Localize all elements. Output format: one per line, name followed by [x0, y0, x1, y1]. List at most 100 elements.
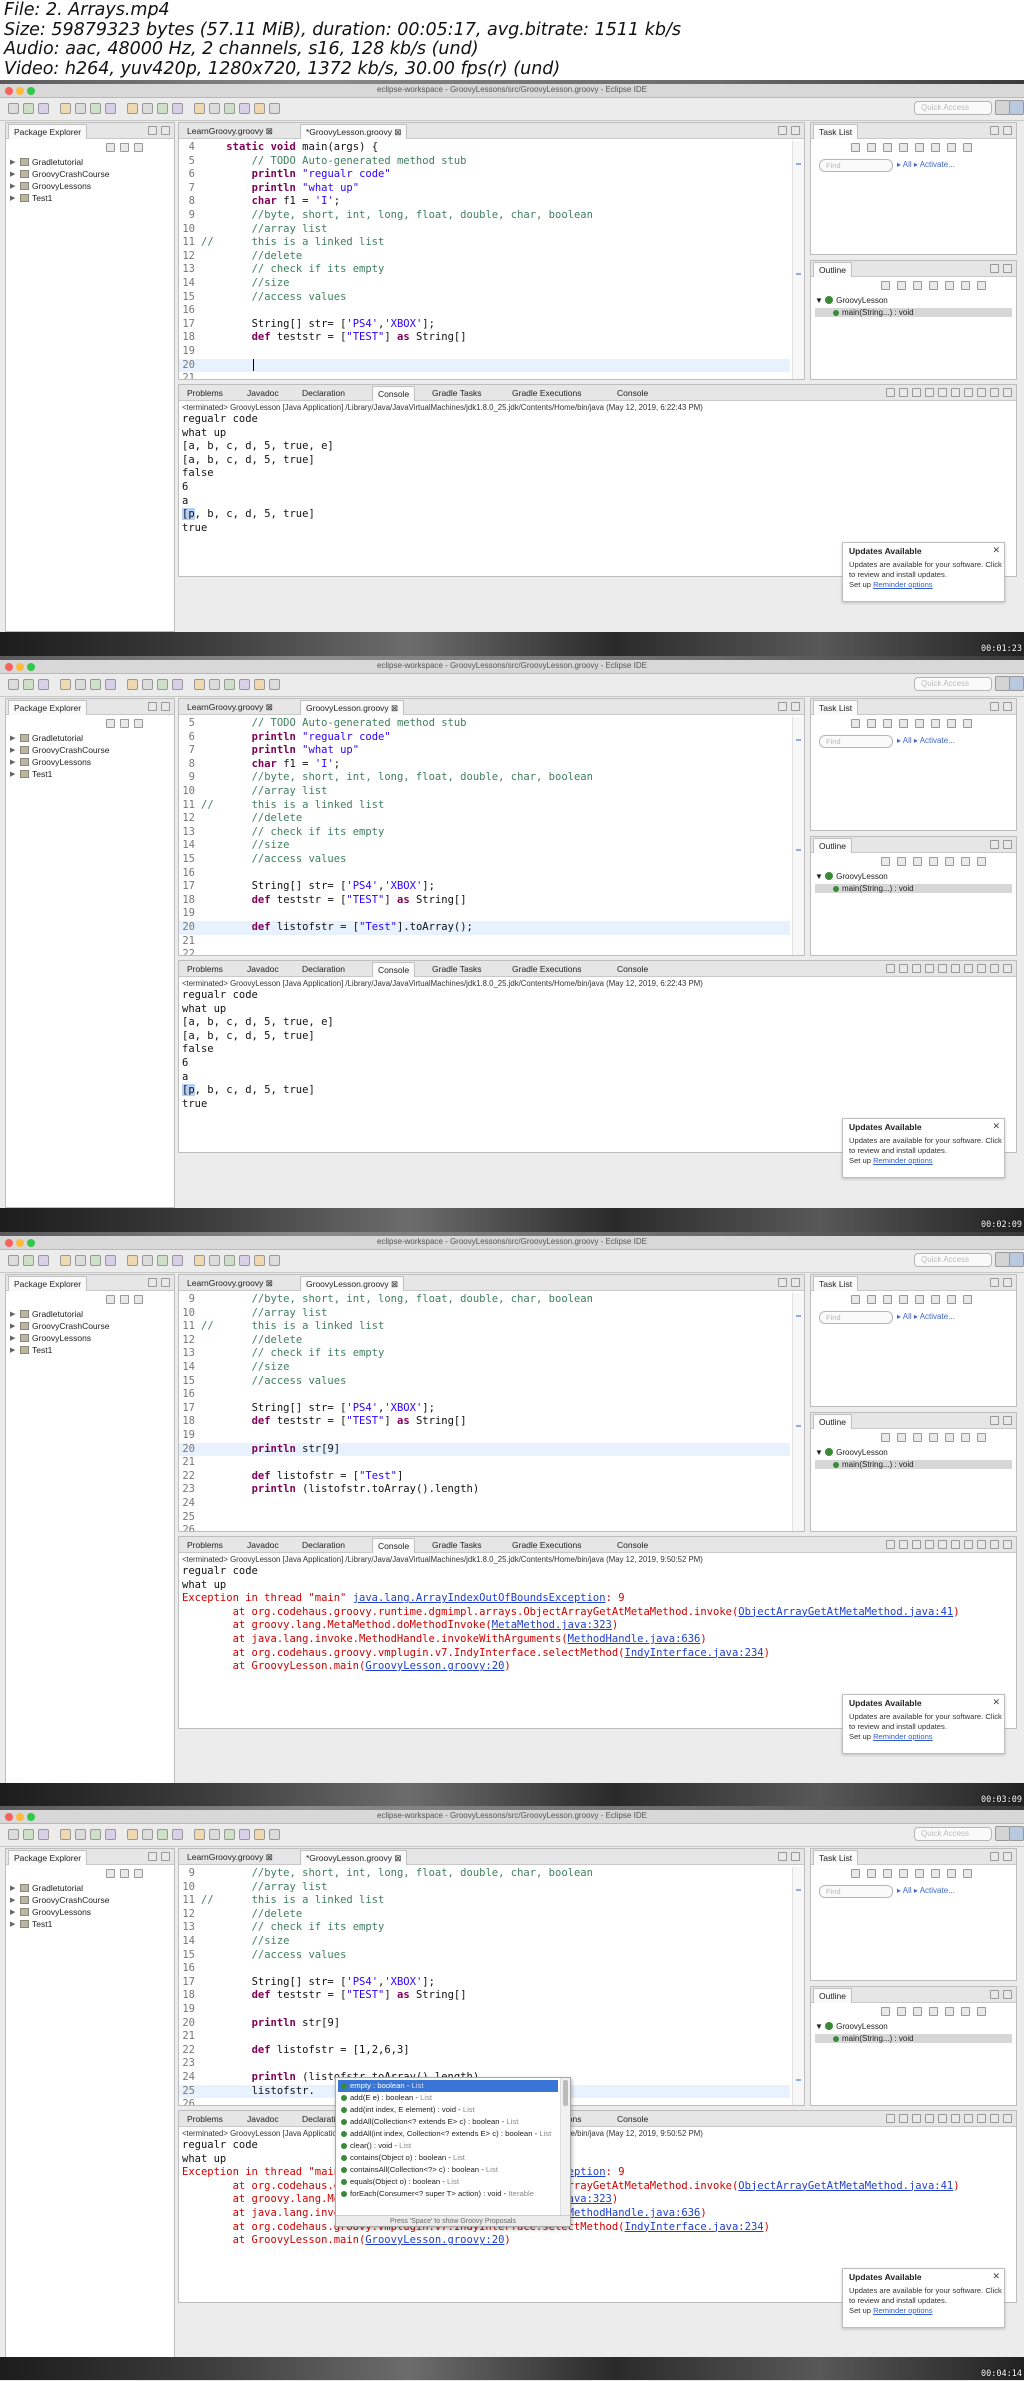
open-perspective-button[interactable]: [995, 676, 1010, 691]
link-editor-icon[interactable]: [120, 1869, 129, 1878]
expand-arrow-icon[interactable]: ▶: [10, 1896, 15, 1904]
editor-scrollbar[interactable]: [792, 1293, 804, 1531]
autocomplete-item[interactable]: equals(Object o) : boolean - List: [338, 2176, 558, 2188]
expand-arrow-icon[interactable]: ▶: [10, 746, 15, 754]
editor-tab[interactable]: GroovyLesson.groovy ⊠: [300, 1276, 405, 1291]
hide-fields-icon[interactable]: [897, 1433, 906, 1442]
minimize-icon[interactable]: [791, 1278, 800, 1287]
hide-local-icon[interactable]: [945, 281, 954, 290]
new-java-project-icon[interactable]: [127, 1255, 138, 1266]
expand-arrow-icon[interactable]: ▶: [10, 182, 15, 190]
maximize-icon[interactable]: [148, 1278, 157, 1287]
clear-console-icon[interactable]: [977, 388, 986, 397]
search-icon[interactable]: [194, 1829, 205, 1840]
expand-arrow-icon[interactable]: ▶: [10, 1346, 15, 1354]
external-tools-icon[interactable]: [105, 103, 116, 114]
terminate-icon[interactable]: [1003, 1540, 1012, 1549]
clear-console-icon[interactable]: [977, 964, 986, 973]
maximize-icon[interactable]: [886, 388, 895, 397]
outline-class-item[interactable]: ▼ GroovyLesson: [815, 2022, 888, 2031]
collapse-all-icon[interactable]: [106, 1295, 115, 1304]
hide-nonpublic-icon[interactable]: [929, 857, 938, 866]
build-icon[interactable]: [60, 1255, 71, 1266]
maximize-icon[interactable]: [990, 126, 999, 135]
maximize-icon[interactable]: [990, 1990, 999, 1999]
new-package-icon[interactable]: [142, 103, 153, 114]
minimize-icon[interactable]: [1003, 126, 1012, 135]
minimize-icon[interactable]: [899, 388, 908, 397]
project-item[interactable]: Test1: [20, 1919, 52, 1929]
outline-class-item[interactable]: ▼ GroovyLesson: [815, 1448, 888, 1457]
outline-method-item[interactable]: main(String...) : void: [815, 308, 1012, 317]
new-icon[interactable]: [8, 1829, 19, 1840]
minimize-icon[interactable]: [1003, 1852, 1012, 1861]
minimize-icon[interactable]: [1003, 702, 1012, 711]
maximize-icon[interactable]: [990, 702, 999, 711]
tab-console[interactable]: Console: [612, 962, 653, 977]
view-menu-icon[interactable]: [134, 1869, 143, 1878]
java-perspective-button[interactable]: [1009, 1252, 1024, 1267]
new-package-icon[interactable]: [142, 679, 153, 690]
maximize-icon[interactable]: [990, 264, 999, 273]
display-console-icon[interactable]: [925, 1540, 934, 1549]
menu-icon[interactable]: [963, 1295, 972, 1304]
maximize-icon[interactable]: [148, 1852, 157, 1861]
annotation-prev-icon[interactable]: [224, 679, 235, 690]
hide-nonpublic-icon[interactable]: [929, 2007, 938, 2016]
tab-package-explorer[interactable]: Package Explorer: [8, 124, 88, 139]
project-item[interactable]: Gradletutorial: [20, 157, 83, 167]
new-console-icon[interactable]: [912, 2114, 921, 2123]
outline-method-item[interactable]: main(String...) : void: [815, 884, 1012, 893]
close-notification-icon[interactable]: ✕: [992, 2271, 1000, 2282]
task-activate-link[interactable]: ▸ Activate...: [914, 1886, 955, 1895]
editor-tab[interactable]: LearnGroovy.groovy ⊠: [182, 124, 278, 139]
maximize-icon[interactable]: [778, 126, 787, 135]
show-ui-icon[interactable]: [947, 719, 956, 728]
code-editor[interactable]: LearnGroovy.groovy ⊠ *GroovyLesson.groovy…: [178, 1848, 805, 2106]
project-item[interactable]: Gradletutorial: [20, 1883, 83, 1893]
word-wrap-icon[interactable]: [951, 1540, 960, 1549]
collapse-all-icon[interactable]: [106, 719, 115, 728]
autocomplete-item[interactable]: add(int index, E element) : void - List: [338, 2104, 558, 2116]
quick-access-input[interactable]: Quick Access: [914, 1253, 992, 1267]
code-area[interactable]: 9 //byte, short, int, long, float, doubl…: [179, 1867, 790, 2105]
hide-fields-icon[interactable]: [897, 281, 906, 290]
tab-declaration[interactable]: Declaration: [297, 962, 350, 977]
autocomplete-item[interactable]: add(E e) : boolean - List: [338, 2092, 558, 2104]
collapse-icon[interactable]: [915, 719, 924, 728]
project-item[interactable]: GroovyLessons: [20, 181, 91, 191]
editor-tab[interactable]: LearnGroovy.groovy ⊠: [182, 1276, 278, 1291]
expand-arrow-icon[interactable]: ▶: [10, 158, 15, 166]
hide-static-icon[interactable]: [913, 2007, 922, 2016]
tab-console[interactable]: Console: [612, 2112, 653, 2127]
minimize-icon[interactable]: [161, 1852, 170, 1861]
debug-icon[interactable]: [75, 679, 86, 690]
new-class-icon[interactable]: [157, 1255, 168, 1266]
overview-ruler-marker[interactable]: [796, 849, 801, 851]
overview-ruler-marker[interactable]: [796, 739, 801, 741]
minimize-icon[interactable]: [791, 126, 800, 135]
sync-icon[interactable]: [899, 719, 908, 728]
run-icon[interactable]: [90, 679, 101, 690]
save-all-icon[interactable]: [38, 1829, 49, 1840]
tab-gradle-executions[interactable]: Gradle Executions: [507, 1538, 586, 1553]
reminder-options-link[interactable]: Reminder options: [873, 2306, 933, 2315]
menu-icon[interactable]: [977, 2007, 986, 2016]
link-editor-icon[interactable]: [120, 719, 129, 728]
editor-scrollbar[interactable]: [792, 1867, 804, 2105]
maximize-icon[interactable]: [990, 840, 999, 849]
forward-icon[interactable]: [254, 1829, 265, 1840]
word-wrap-icon[interactable]: [951, 964, 960, 973]
minimize-icon[interactable]: [899, 964, 908, 973]
editor-tab[interactable]: LearnGroovy.groovy ⊠: [182, 700, 278, 715]
terminate-icon[interactable]: [1003, 964, 1012, 973]
focus-active-icon[interactable]: [961, 2007, 970, 2016]
build-icon[interactable]: [60, 679, 71, 690]
task-all-link[interactable]: ▸ All: [897, 1312, 914, 1321]
external-tools-icon[interactable]: [105, 1255, 116, 1266]
display-console-icon[interactable]: [925, 964, 934, 973]
menu-icon[interactable]: [963, 143, 972, 152]
project-item[interactable]: GroovyLessons: [20, 1907, 91, 1917]
new-class-icon[interactable]: [157, 103, 168, 114]
terminate-icon[interactable]: [1003, 2114, 1012, 2123]
